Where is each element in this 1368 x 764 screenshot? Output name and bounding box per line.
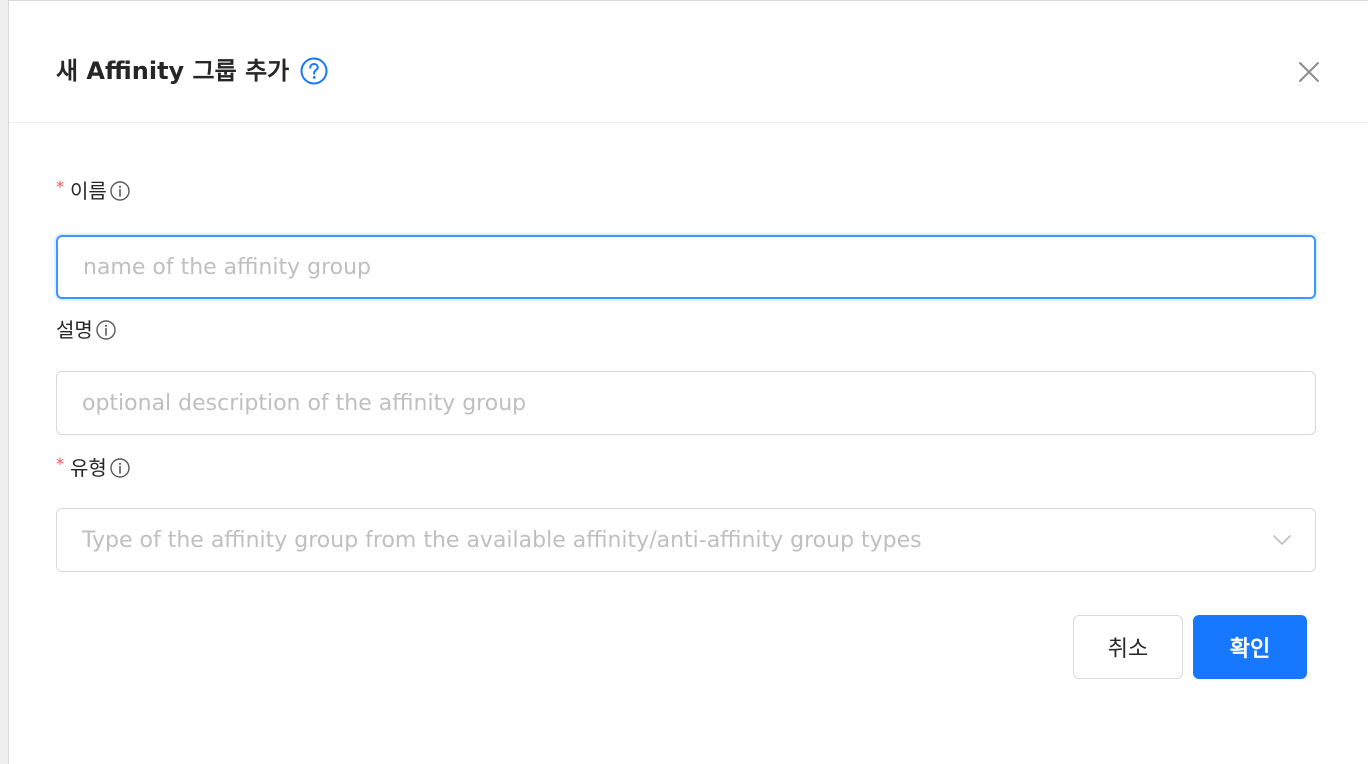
required-mark: * [56, 454, 64, 473]
type-select-placeholder: Type of the affinity group from the avai… [82, 527, 922, 553]
required-mark: * [56, 177, 64, 196]
close-icon [1297, 60, 1321, 88]
type-select[interactable]: Type of the affinity group from the avai… [56, 508, 1316, 572]
description-input-placeholder: optional description of the affinity gro… [82, 390, 527, 416]
type-label-text: 유형 [70, 456, 107, 480]
add-affinity-group-dialog: 새 Affinity 그룹 추가 * 이름 name of the affini… [8, 0, 1368, 764]
dialog-header: 새 Affinity 그룹 추가 [9, 1, 1368, 123]
info-circle-icon[interactable] [95, 319, 117, 341]
name-field-label: * 이름 [56, 176, 131, 206]
name-input[interactable]: name of the affinity group [56, 235, 1316, 299]
description-field-label: 설명 [56, 315, 117, 345]
ok-button-label: 확인 [1229, 637, 1271, 662]
dialog-title-row: 새 Affinity 그룹 추가 [56, 53, 329, 89]
name-input-placeholder: name of the affinity group [83, 254, 372, 280]
info-circle-icon[interactable] [109, 180, 131, 202]
name-label-text: 이름 [70, 179, 107, 203]
question-circle-icon[interactable] [299, 56, 329, 86]
info-circle-icon[interactable] [109, 457, 131, 479]
chevron-down-icon [1271, 529, 1293, 551]
type-field-label: * 유형 [56, 453, 131, 483]
cancel-button-label: 취소 [1107, 637, 1149, 662]
description-label-text: 설명 [56, 318, 93, 342]
description-input[interactable]: optional description of the affinity gro… [56, 371, 1316, 435]
close-button[interactable] [1291, 56, 1327, 92]
cancel-button[interactable]: 취소 [1073, 615, 1183, 679]
dialog-title: 새 Affinity 그룹 추가 [56, 57, 290, 85]
ok-button[interactable]: 확인 [1193, 615, 1307, 679]
